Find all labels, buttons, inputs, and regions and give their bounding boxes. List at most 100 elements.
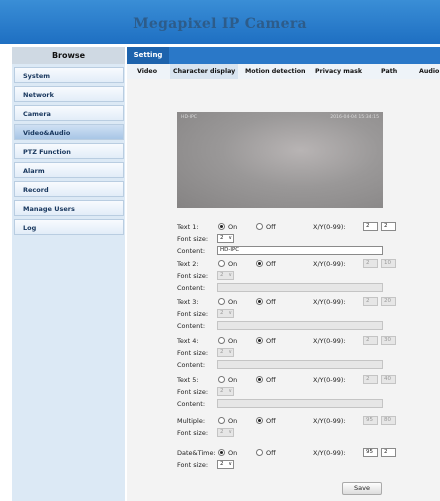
text-3-content-input[interactable]: [217, 321, 383, 330]
text-1-y-input[interactable]: 2: [381, 222, 396, 231]
text-5-off-label: Off: [266, 376, 276, 384]
text-2-x-input[interactable]: 2: [363, 259, 378, 268]
text-4-font-size-label: Font size:: [177, 349, 209, 357]
text-5-label: Text 5:: [177, 376, 199, 384]
text-2-off-radio[interactable]: [256, 260, 263, 267]
text-2-font-size-label: Font size:: [177, 272, 209, 280]
multiple-on-radio[interactable]: [218, 417, 225, 424]
multiple-off-radio[interactable]: [256, 417, 263, 424]
multiple-off-label: Off: [266, 417, 276, 425]
multiple-x-input[interactable]: 95: [363, 416, 378, 425]
text-3-content-label: Content:: [177, 322, 206, 330]
font-size-value: 2: [220, 235, 224, 241]
date-time-x-input[interactable]: 95: [363, 448, 378, 457]
save-button[interactable]: Save: [342, 482, 382, 495]
font-size-value: 2: [220, 310, 224, 316]
chevron-down-icon: ∨: [228, 429, 232, 435]
text-5-y-input[interactable]: 40: [381, 375, 396, 384]
tab-motion-detection[interactable]: Motion detection: [245, 64, 306, 79]
tab-path[interactable]: Path: [381, 64, 397, 79]
text-3-off-radio[interactable]: [256, 298, 263, 305]
chevron-down-icon: ∨: [228, 272, 232, 278]
text-5-content-label: Content:: [177, 400, 206, 408]
text-4-y-input[interactable]: 30: [381, 336, 396, 345]
text-2-xy-label: X/Y(0-99):: [313, 260, 346, 268]
text-1-off-radio[interactable]: [256, 223, 263, 230]
sidebar-item-log[interactable]: Log: [14, 219, 124, 235]
multiple-label: Multiple:: [177, 417, 206, 425]
font-size-value: 2: [220, 349, 224, 355]
text-3-xy-label: X/Y(0-99):: [313, 298, 346, 306]
multiple-font-size-label: Font size:: [177, 429, 209, 437]
text-4-x-input[interactable]: 2: [363, 336, 378, 345]
sidebar-item-system[interactable]: System: [14, 67, 124, 83]
text-4-off-radio[interactable]: [256, 337, 263, 344]
date-time-font-size-select[interactable]: 2 ∨: [217, 460, 234, 469]
text-2-on-label: On: [228, 260, 238, 268]
font-size-value: 2: [220, 461, 224, 467]
text-2-off-label: Off: [266, 260, 276, 268]
text-1-xy-label: X/Y(0-99):: [313, 223, 346, 231]
date-time-on-radio[interactable]: [218, 449, 225, 456]
text-1-content-label: Content:: [177, 247, 206, 255]
text-4-off-label: Off: [266, 337, 276, 345]
sidebar-item-ptz-function[interactable]: PTZ Function: [14, 143, 124, 159]
text-5-off-radio[interactable]: [256, 376, 263, 383]
sidebar-item-manage-users[interactable]: Manage Users: [14, 200, 124, 216]
overlay-timestamp: 2016-04-04 15:34:15: [330, 115, 379, 120]
text-2-y-input[interactable]: 10: [381, 259, 396, 268]
multiple-on-label: On: [228, 417, 238, 425]
text-3-x-input[interactable]: 2: [363, 297, 378, 306]
sidebar-item-camera[interactable]: Camera: [14, 105, 124, 121]
text-4-on-radio[interactable]: [218, 337, 225, 344]
overlay-text: HD-IPC: [181, 115, 197, 120]
text-5-font-size-select[interactable]: 2 ∨: [217, 387, 234, 396]
text-1-on-radio[interactable]: [218, 223, 225, 230]
date-time-off-label: Off: [266, 449, 276, 457]
text-5-x-input[interactable]: 2: [363, 375, 378, 384]
tab-audio[interactable]: Audio: [419, 64, 439, 79]
tab-video[interactable]: Video: [137, 64, 157, 79]
sidebar-item-record[interactable]: Record: [14, 181, 124, 197]
date-time-off-radio[interactable]: [256, 449, 263, 456]
font-size-value: 2: [220, 272, 224, 278]
tab-character-display[interactable]: Character display: [170, 64, 239, 79]
sidebar-item-alarm[interactable]: Alarm: [14, 162, 124, 178]
text-1-font-size-label: Font size:: [177, 235, 209, 243]
text-4-font-size-select[interactable]: 2 ∨: [217, 348, 234, 357]
sidebar-item-video-audio[interactable]: Video&Audio: [14, 124, 124, 140]
multiple-xy-label: X/Y(0-99):: [313, 417, 346, 425]
font-size-value: 2: [220, 388, 224, 394]
chevron-down-icon: ∨: [228, 235, 232, 241]
text-5-content-input[interactable]: [217, 399, 383, 408]
text-3-y-input[interactable]: 20: [381, 297, 396, 306]
text-1-x-input[interactable]: 2: [363, 222, 378, 231]
font-size-value: 2: [220, 429, 224, 435]
chevron-down-icon: ∨: [228, 461, 232, 467]
text-2-font-size-select[interactable]: 2 ∨: [217, 271, 234, 280]
text-2-content-label: Content:: [177, 284, 206, 292]
setting-tab[interactable]: Setting: [127, 47, 169, 64]
text-3-on-label: On: [228, 298, 238, 306]
text-4-content-input[interactable]: [217, 360, 383, 369]
text-1-off-label: Off: [266, 223, 276, 231]
text-5-on-radio[interactable]: [218, 376, 225, 383]
text-4-xy-label: X/Y(0-99):: [313, 337, 346, 345]
text-1-on-label: On: [228, 223, 238, 231]
text-5-on-label: On: [228, 376, 238, 384]
multiple-font-size-select[interactable]: 2 ∨: [217, 428, 234, 437]
multiple-y-input[interactable]: 80: [381, 416, 396, 425]
text-1-content-input[interactable]: HD-IPC: [217, 246, 383, 255]
date-time-on-label: On: [228, 449, 238, 457]
text-1-font-size-select[interactable]: 2 ∨: [217, 234, 234, 243]
text-2-on-radio[interactable]: [218, 260, 225, 267]
chevron-down-icon: ∨: [228, 349, 232, 355]
video-preview[interactable]: HD-IPC 2016-04-04 15:34:15: [177, 112, 383, 208]
sidebar-item-network[interactable]: Network: [14, 86, 124, 102]
text-3-font-size-select[interactable]: 2 ∨: [217, 309, 234, 318]
browse-tab[interactable]: Browse: [12, 47, 125, 64]
text-3-on-radio[interactable]: [218, 298, 225, 305]
date-time-y-input[interactable]: 2: [381, 448, 396, 457]
tab-privacy-mask[interactable]: Privacy mask: [315, 64, 362, 79]
text-2-content-input[interactable]: [217, 283, 383, 292]
